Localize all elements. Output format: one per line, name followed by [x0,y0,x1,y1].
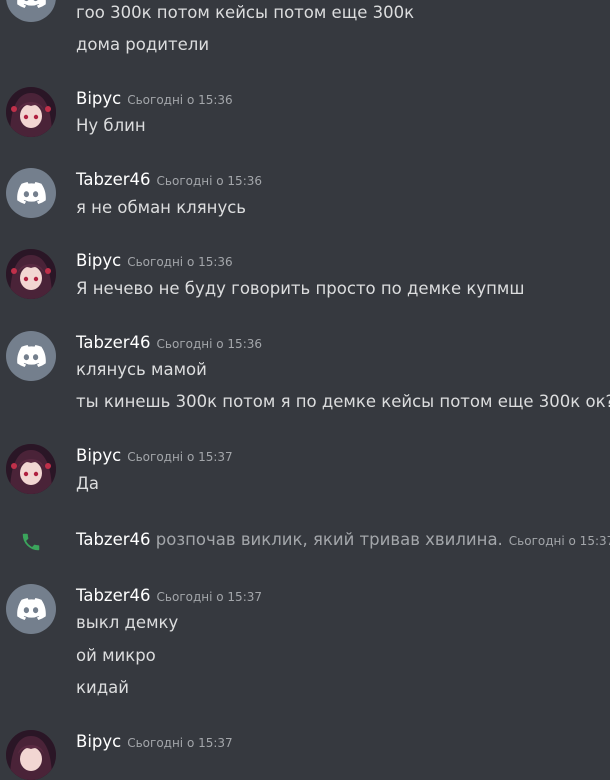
message-text: Да [76,474,100,493]
message-text: дома родители [76,35,210,54]
timestamp: Сьогодні о 15:36 [127,255,233,269]
message-text: я не обман клянусь [76,198,247,217]
call-text: Tabzer46 розпочав виклик, який тривав хв… [76,530,610,549]
message-text: гоо 300к потом кейсы потом еще 300к [76,3,415,22]
discord-logo-icon [17,598,46,620]
avatar[interactable] [6,444,56,494]
timestamp: Сьогодні о 15:36 [127,93,233,107]
timestamp: Сьогодні о 15:36 [156,337,262,351]
anime-avatar-icon [6,730,56,780]
timestamp: Сьогодні о 15:36 [156,174,262,188]
timestamp: Сьогодні о 15:37 [156,590,262,604]
message-text: ты кинешь 300к потом я по демке кейсы по… [76,392,610,411]
username[interactable]: Tabzer46 [76,586,151,605]
timestamp: Сьогодні о 15:37 [508,534,610,548]
call-description: розпочав виклик, який тривав хвилина. [155,530,503,549]
username[interactable]: Tabzer46 [76,530,151,549]
message-text: клянусь мамой [76,360,207,379]
anime-avatar-icon [6,87,56,137]
username[interactable]: Вірус [76,446,121,465]
discord-logo-icon [17,0,46,8]
username[interactable]: Tabzer46 [76,170,151,189]
avatar[interactable] [6,730,56,780]
message-text: ой микро [76,646,156,665]
username[interactable]: Вірус [76,89,121,108]
username[interactable]: Tabzer46 [76,333,151,352]
avatar[interactable] [6,0,56,22]
message-header: Вірус Сьогодні о 15:36 [76,251,233,270]
avatar[interactable] [6,331,56,381]
message-text: кидай [76,678,129,697]
avatar[interactable] [6,168,56,218]
timestamp: Сьогодні о 15:37 [127,450,233,464]
message-header: Вірус Сьогодні о 15:36 [76,89,233,108]
username[interactable]: Вірус [76,732,121,751]
anime-avatar-icon [6,249,56,299]
message-header: Вірус Сьогодні о 15:37 [76,732,233,751]
timestamp: Сьогодні о 15:37 [127,736,233,750]
discord-logo-icon [17,182,46,204]
message-text: Я нечево не буду говорить просто по демк… [76,279,525,298]
message-header: Tabzer46 Сьогодні о 15:36 [76,333,262,352]
message-text: Ну блин [76,116,146,135]
discord-logo-icon [17,345,46,367]
message-header: Вірус Сьогодні о 15:37 [76,446,233,465]
message-header: Tabzer46 Сьогодні о 15:37 [76,586,262,605]
message-text: выкл демку [76,613,179,632]
username[interactable]: Вірус [76,251,121,270]
message-header: Tabzer46 Сьогодні о 15:36 [76,170,262,189]
avatar[interactable] [6,87,56,137]
anime-avatar-icon [6,444,56,494]
avatar[interactable] [6,249,56,299]
avatar[interactable] [6,584,56,634]
phone-call-icon [20,531,42,557]
